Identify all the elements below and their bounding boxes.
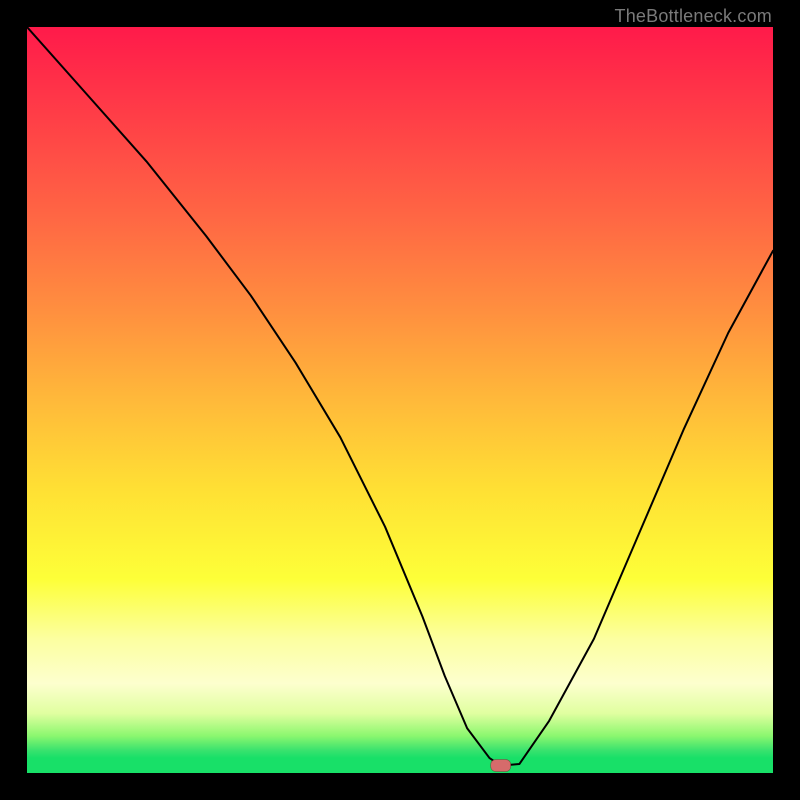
min-marker [491, 760, 511, 772]
bottleneck-curve [27, 27, 773, 766]
plot-area [27, 27, 773, 773]
curve-svg [27, 27, 773, 773]
watermark-text: TheBottleneck.com [615, 6, 772, 27]
chart-container: TheBottleneck.com [0, 0, 800, 800]
